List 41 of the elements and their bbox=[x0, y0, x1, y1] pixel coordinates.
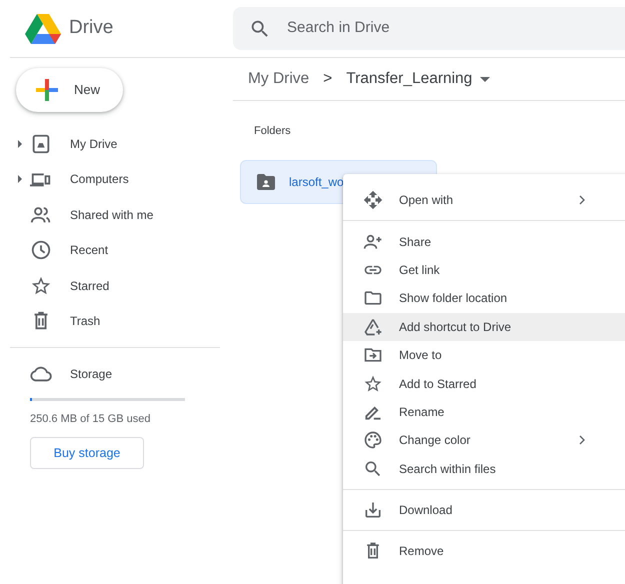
plus-icon bbox=[36, 79, 58, 101]
breadcrumb-separator: > bbox=[323, 69, 332, 90]
drive-icon bbox=[30, 132, 52, 155]
clock-icon bbox=[30, 239, 52, 262]
drive-logo bbox=[25, 12, 61, 44]
shared-folder-icon bbox=[257, 174, 275, 190]
menu-item[interactable]: Show folder location bbox=[343, 284, 625, 313]
menu-item[interactable]: Search within files bbox=[343, 454, 625, 483]
palette-icon bbox=[363, 430, 383, 450]
star-icon bbox=[363, 374, 383, 394]
sidebar-item[interactable]: Starred bbox=[0, 268, 218, 304]
menu-item[interactable]: Move to bbox=[343, 340, 625, 370]
new-button[interactable]: New bbox=[16, 68, 123, 112]
menu-item[interactable]: Remove bbox=[343, 537, 625, 566]
current-folder-dropdown[interactable]: Transfer_Learning bbox=[346, 67, 490, 91]
menu-item[interactable]: Get link bbox=[343, 256, 625, 284]
sidebar-item[interactable]: Trash bbox=[0, 304, 218, 339]
search-icon bbox=[363, 458, 383, 479]
sidebar-item[interactable]: My Drive bbox=[0, 126, 218, 162]
caret-icon bbox=[480, 76, 490, 82]
section-title: Folders bbox=[253, 124, 292, 139]
sidebar-item[interactable]: Computers bbox=[0, 162, 218, 197]
storage-usage: 250.6 MB of 15 GB used bbox=[30, 412, 152, 426]
app-name: Drive bbox=[69, 16, 114, 40]
menu-item[interactable]: Add to Starred bbox=[343, 369, 625, 398]
menu-item[interactable]: Share bbox=[343, 227, 625, 256]
storage-item[interactable]: Storage bbox=[0, 356, 218, 392]
sidebar-item[interactable]: Shared with me bbox=[0, 197, 218, 232]
search-field[interactable]: Search in Drive bbox=[285, 16, 625, 41]
sidebar-item[interactable]: Recent bbox=[0, 232, 218, 268]
buy-storage-button[interactable]: Buy storage bbox=[30, 437, 144, 469]
search-bar[interactable]: Search in Drive bbox=[233, 7, 625, 50]
menu-item[interactable]: Add shortcut to Drive bbox=[343, 312, 625, 341]
menu-item[interactable]: Rename bbox=[343, 398, 625, 426]
menu-item[interactable]: Change color bbox=[343, 426, 625, 455]
breadcrumb-link[interactable]: My Drive bbox=[248, 67, 310, 91]
star-icon bbox=[30, 274, 52, 297]
download-icon bbox=[363, 500, 383, 520]
shortcut-icon bbox=[363, 316, 383, 337]
menu-item[interactable]: Download bbox=[343, 496, 625, 524]
move-arrows-icon bbox=[363, 190, 383, 210]
